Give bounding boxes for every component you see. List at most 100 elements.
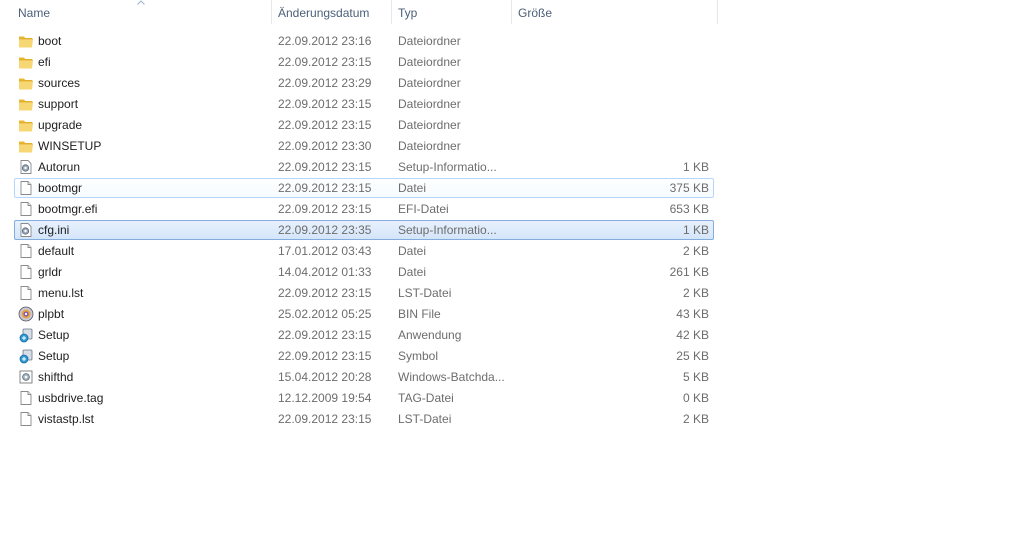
file-row[interactable]: boot 22.09.2012 23:16 Dateiordner (14, 31, 714, 51)
file-date: 22.09.2012 23:15 (278, 160, 372, 174)
file-date: 17.01.2012 03:43 (278, 244, 372, 258)
folder-icon (18, 117, 34, 133)
file-name: usbdrive.tag (38, 391, 104, 405)
file-row[interactable]: default 17.01.2012 03:43 Datei 2 KB (14, 241, 714, 261)
file-row[interactable]: bootmgr 22.09.2012 23:15 Datei 375 KB (14, 178, 714, 198)
file-date: 22.09.2012 23:15 (278, 181, 372, 195)
file-type: Dateiordner (398, 118, 461, 132)
file-name: boot (38, 34, 62, 48)
column-header-date[interactable]: Änderungsdatum (272, 0, 392, 24)
file-date: 22.09.2012 23:15 (278, 412, 372, 426)
file-date: 22.09.2012 23:30 (278, 139, 372, 153)
file-type: Datei (398, 265, 427, 279)
file-date: 22.09.2012 23:15 (278, 118, 372, 132)
file-type: Setup-Informatio... (398, 223, 497, 237)
column-header-size[interactable]: Größe (512, 0, 718, 24)
file-type: LST-Datei (398, 286, 452, 300)
folder-icon (18, 96, 34, 112)
file-type: Dateiordner (398, 55, 461, 69)
file-date: 22.09.2012 23:15 (278, 202, 372, 216)
file-name: support (38, 97, 79, 111)
file-row[interactable]: Autorun 22.09.2012 23:15 Setup-Informatio.… (14, 157, 714, 177)
folder-icon (18, 75, 34, 91)
file-row[interactable]: grldr 14.04.2012 01:33 Datei 261 KB (14, 262, 714, 282)
file-size: 2 KB (682, 244, 709, 258)
file-date: 22.09.2012 23:15 (278, 55, 372, 69)
file-size: 43 KB (676, 307, 709, 321)
column-header-type[interactable]: Typ (392, 0, 512, 24)
file-icon (18, 390, 34, 406)
file-icon (18, 264, 34, 280)
file-row[interactable]: shifthd 15.04.2012 20:28 Windows-Batchda..… (14, 367, 714, 387)
file-name: bootmgr (38, 181, 83, 195)
file-row[interactable]: WINSETUP 22.09.2012 23:30 Dateiordner (14, 136, 714, 156)
file-name: Setup (38, 328, 70, 342)
folder-icon (18, 138, 34, 154)
file-date: 22.09.2012 23:35 (278, 223, 372, 237)
file-size: 2 KB (682, 412, 709, 426)
file-date: 25.02.2012 05:25 (278, 307, 372, 321)
file-name: menu.lst (38, 286, 84, 300)
file-type: Windows-Batchda... (398, 370, 505, 384)
file-date: 22.09.2012 23:15 (278, 349, 372, 363)
file-row[interactable]: Setup 22.09.2012 23:15 Symbol 25 KB (14, 346, 714, 366)
file-name: plpbt (38, 307, 65, 321)
file-size: 375 KB (669, 181, 709, 195)
setup-icon (18, 327, 34, 343)
file-size: 2 KB (682, 286, 709, 300)
file-row[interactable]: plpbt 25.02.2012 05:25 BIN File 43 KB (14, 304, 714, 324)
file-size: 653 KB (669, 202, 709, 216)
file-name: efi (38, 55, 51, 69)
file-row[interactable]: menu.lst 22.09.2012 23:15 LST-Datei 2 KB (14, 283, 714, 303)
file-icon (18, 180, 34, 196)
file-type: Datei (398, 181, 427, 195)
file-size: 1 KB (682, 223, 709, 237)
file-row[interactable]: vistastp.lst 22.09.2012 23:15 LST-Datei 2 K… (14, 409, 714, 429)
file-type: Anwendung (398, 328, 462, 342)
file-date: 12.12.2009 19:54 (278, 391, 372, 405)
file-row[interactable]: efi 22.09.2012 23:15 Dateiordner (14, 52, 714, 72)
file-size: 261 KB (669, 265, 709, 279)
file-date: 22.09.2012 23:16 (278, 34, 372, 48)
file-icon (18, 243, 34, 259)
settings-file-icon (18, 159, 34, 175)
file-row[interactable]: usbdrive.tag 12.12.2009 19:54 TAG-Datei 0 K… (14, 388, 714, 408)
file-icon (18, 285, 34, 301)
file-date: 22.09.2012 23:15 (278, 97, 372, 111)
file-type: Datei (398, 244, 427, 258)
file-name: WINSETUP (38, 139, 102, 153)
setup-icon (18, 348, 34, 364)
file-name: sources (38, 76, 81, 90)
file-type: Setup-Informatio... (398, 160, 497, 174)
batch-file-icon (18, 369, 34, 385)
file-icon (18, 201, 34, 217)
folder-icon (18, 33, 34, 49)
file-type: BIN File (398, 307, 441, 321)
column-header-date-label: Änderungsdatum (278, 6, 370, 20)
sort-ascending-icon (137, 0, 145, 5)
file-icon (18, 411, 34, 427)
file-type: LST-Datei (398, 412, 452, 426)
file-type: Dateiordner (398, 34, 461, 48)
file-type: Dateiordner (398, 139, 461, 153)
file-row[interactable]: sources 22.09.2012 23:29 Dateiordner (14, 73, 714, 93)
file-type: TAG-Datei (398, 391, 454, 405)
file-name: upgrade (38, 118, 83, 132)
file-name: default (38, 244, 75, 258)
column-header-type-label: Typ (398, 6, 418, 20)
file-type: EFI-Datei (398, 202, 449, 216)
file-size: 0 KB (682, 391, 709, 405)
file-row[interactable]: cfg.ini 22.09.2012 23:35 Setup-Informatio.… (14, 220, 714, 240)
file-row[interactable]: bootmgr.efi 22.09.2012 23:15 EFI-Datei 653 … (14, 199, 714, 219)
file-row[interactable]: upgrade 22.09.2012 23:15 Dateiordner (14, 115, 714, 135)
column-header-bar: Name Änderungsdatum Typ Größe (0, 0, 718, 24)
file-size: 25 KB (676, 349, 709, 363)
file-date: 22.09.2012 23:29 (278, 76, 372, 90)
settings-file-icon (18, 222, 34, 238)
column-header-size-label: Größe (518, 6, 553, 20)
file-type: Symbol (398, 349, 439, 363)
file-row[interactable]: support 22.09.2012 23:15 Dateiordner (14, 94, 714, 114)
file-date: 22.09.2012 23:15 (278, 286, 372, 300)
file-row[interactable]: Setup 22.09.2012 23:15 Anwendung 42 KB (14, 325, 714, 345)
file-type: Dateiordner (398, 76, 461, 90)
